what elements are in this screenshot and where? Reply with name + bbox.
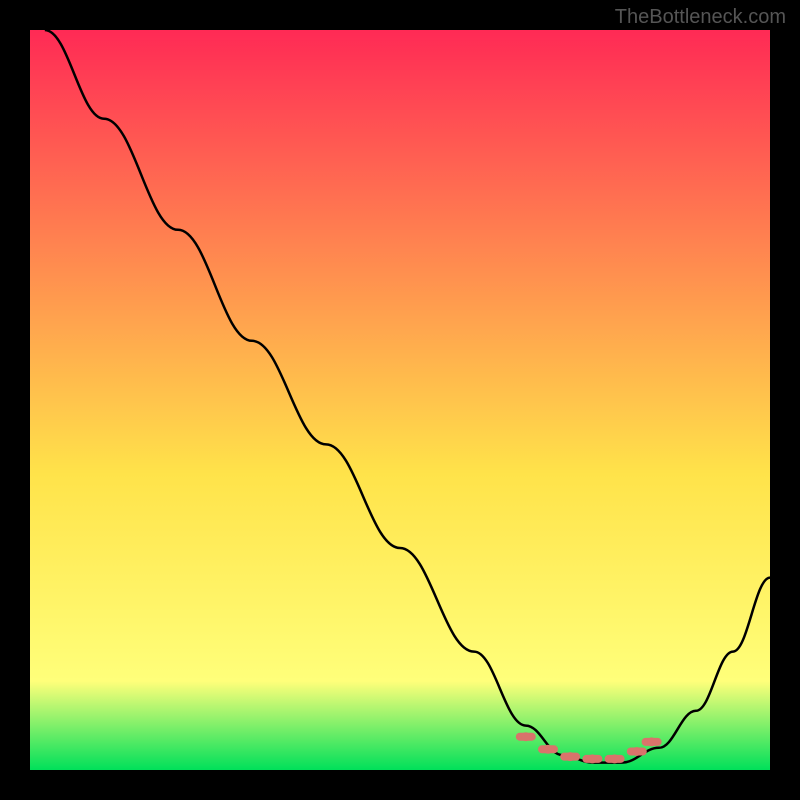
marker-dot bbox=[544, 745, 553, 754]
marker-dot bbox=[588, 754, 597, 763]
marker-dot bbox=[566, 752, 575, 761]
marker-dot bbox=[521, 732, 530, 741]
marker-dot bbox=[647, 737, 656, 746]
marker-dot bbox=[632, 747, 641, 756]
chart-svg bbox=[30, 30, 770, 770]
marker-dot bbox=[610, 754, 619, 763]
chart-background bbox=[30, 30, 770, 770]
chart-area bbox=[30, 30, 770, 770]
watermark-text: TheBottleneck.com bbox=[615, 6, 786, 29]
